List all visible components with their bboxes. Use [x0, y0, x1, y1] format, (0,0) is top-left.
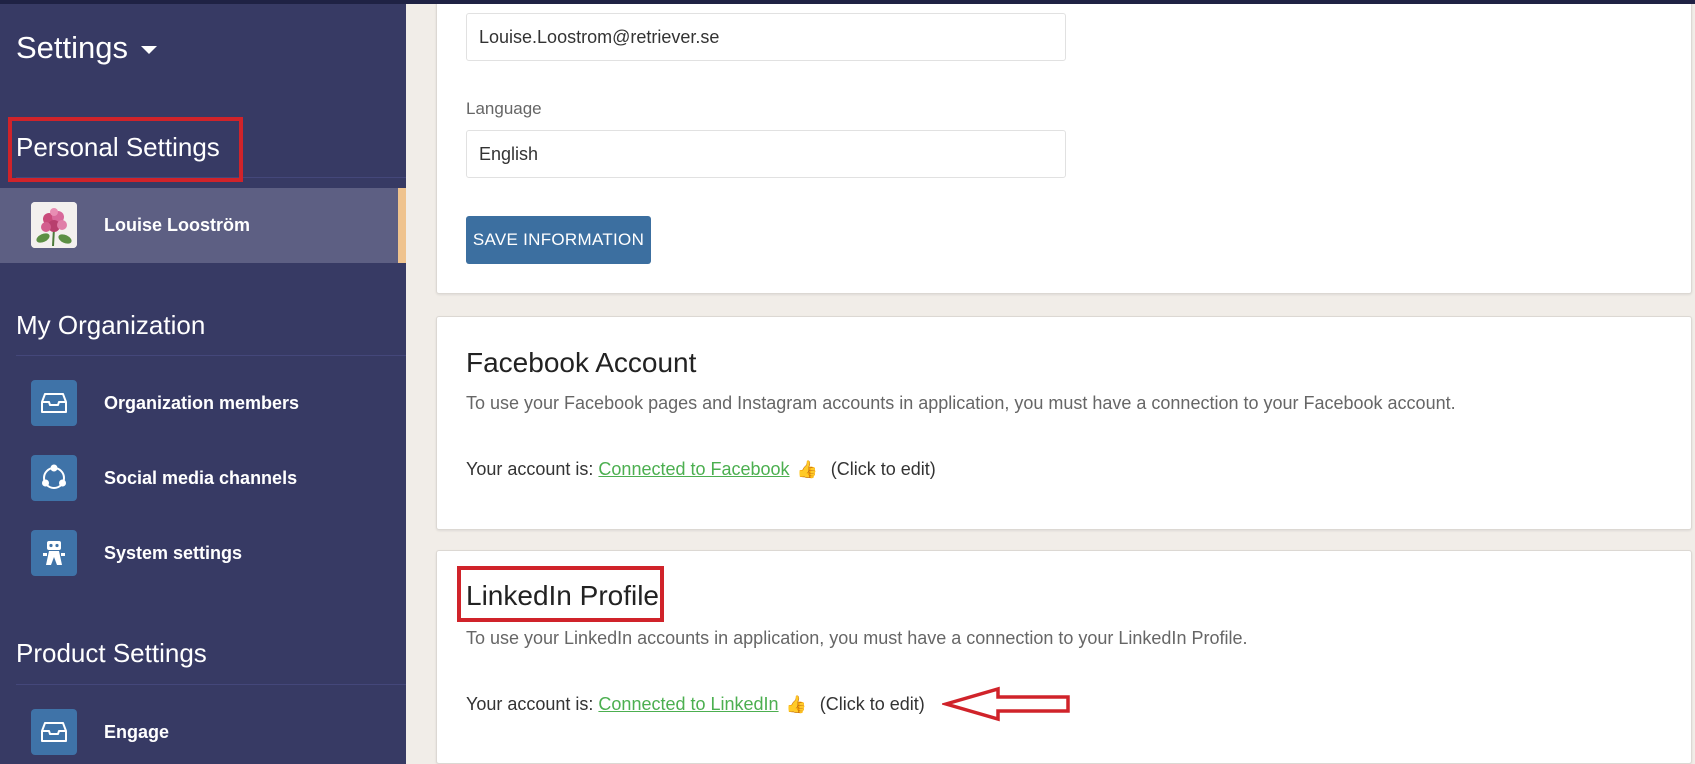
product-settings-heading: Product Settings: [16, 638, 207, 668]
status-prefix: Your account is:: [466, 694, 599, 714]
email-field[interactable]: Louise.Loostrom@retriever.se: [466, 13, 1066, 61]
settings-menu-toggle[interactable]: Settings: [16, 30, 158, 66]
status-prefix: Your account is:: [466, 459, 599, 479]
top-border: [0, 0, 1695, 4]
language-label: Language: [466, 99, 542, 118]
sidebar-item-profile[interactable]: Louise Looström: [0, 188, 406, 263]
sidebar-item-label: System settings: [104, 543, 243, 563]
sidebar: Settings Personal Settings Louise Loostr…: [0, 0, 406, 764]
inbox-tray-icon: [31, 380, 77, 426]
divider: [16, 355, 406, 356]
linkedin-card-description: To use your LinkedIn accounts in applica…: [466, 628, 1248, 648]
sidebar-item-label: Louise Looström: [104, 215, 251, 235]
facebook-card-title: Facebook Account: [466, 347, 697, 378]
sidebar-item-label: Social media channels: [104, 468, 298, 488]
annotation-highlight-personal: [8, 117, 243, 182]
thumbs-up-icon: 👍: [796, 459, 818, 479]
sidebar-item-social-media-channels[interactable]: Social media channels: [0, 441, 406, 516]
click-to-edit-text[interactable]: (Click to edit): [820, 694, 925, 715]
save-information-button[interactable]: SAVE INFORMATION: [466, 216, 651, 264]
inbox-tray-icon: [31, 709, 77, 755]
facebook-card-description: To use your Facebook pages and Instagram…: [466, 393, 1456, 413]
sidebar-item-label: Engage: [104, 722, 170, 742]
facebook-status: Your account is: Connected to Facebook 👍…: [466, 459, 936, 480]
connected-to-linkedin-link[interactable]: Connected to LinkedIn: [598, 694, 778, 715]
linkedin-status: Your account is: Connected to LinkedIn 👍…: [466, 694, 925, 715]
annotation-arrow-icon: [942, 686, 1070, 722]
divider: [16, 684, 406, 685]
sidebar-item-engage[interactable]: Engage: [0, 695, 406, 764]
share-nodes-icon: [31, 455, 77, 501]
thumbs-up-icon: 👍: [785, 694, 807, 714]
robot-icon: [31, 530, 77, 576]
avatar: [31, 202, 77, 248]
annotation-highlight-linkedin: [457, 566, 664, 622]
connected-to-facebook-link[interactable]: Connected to Facebook: [598, 459, 789, 480]
sidebar-item-label: Organization members: [104, 393, 300, 413]
sidebar-item-system-settings[interactable]: System settings: [0, 516, 406, 591]
my-organization-heading: My Organization: [16, 310, 206, 340]
app-title: Settings: [16, 30, 129, 65]
caret-down-icon: [141, 46, 158, 54]
sidebar-item-organization-members[interactable]: Organization members: [0, 366, 406, 441]
click-to-edit-text[interactable]: (Click to edit): [831, 459, 936, 480]
language-select[interactable]: English: [466, 130, 1066, 178]
